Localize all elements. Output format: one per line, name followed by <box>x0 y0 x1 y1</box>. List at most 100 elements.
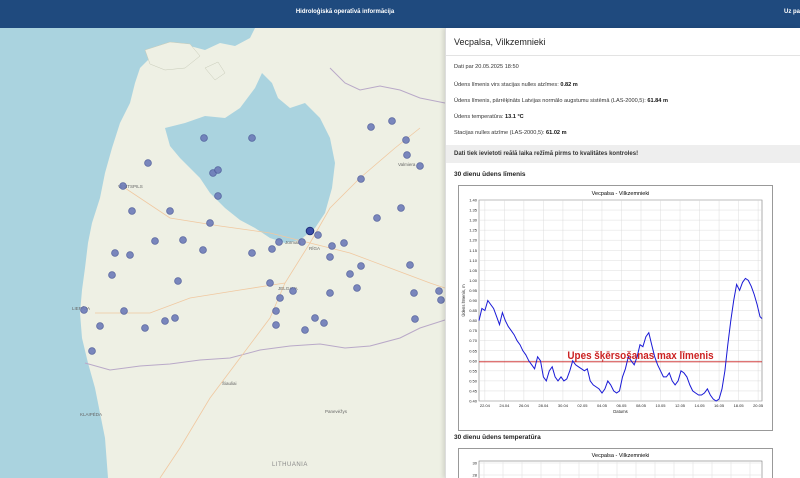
station-marker[interactable] <box>373 214 381 222</box>
station-title: Vecpalsa, Vilkzemnieki <box>454 37 546 47</box>
station-marker[interactable] <box>298 238 306 246</box>
station-marker[interactable] <box>272 321 280 329</box>
station-marker[interactable] <box>311 314 319 322</box>
station-marker[interactable] <box>289 287 297 295</box>
station-marker[interactable] <box>161 317 169 325</box>
gulf-of-riga <box>165 73 335 243</box>
x-tick-label: 26.04 <box>519 403 530 408</box>
station-zero-label: Stacijas nulles atzīme (LAS-2000,5): <box>454 130 545 136</box>
station-marker-selected[interactable] <box>305 226 315 236</box>
y-tick-label: 0.80 <box>469 318 478 323</box>
water-level-info: Ūdens līmenis virs stacijas nulles atzīm… <box>454 82 578 88</box>
x-tick-label: 22.04 <box>480 403 491 408</box>
station-marker[interactable] <box>402 136 410 144</box>
y-axis-label: Ūdens līmenis, m <box>461 284 466 317</box>
map[interactable]: VENTSPILS LIEPĀJA RĪGA Jūrmala JELGAVA K… <box>0 28 445 478</box>
station-marker[interactable] <box>179 236 187 244</box>
station-marker[interactable] <box>314 231 322 239</box>
station-marker[interactable] <box>111 249 119 257</box>
station-marker[interactable] <box>248 134 256 142</box>
app-title: Hidroloģiskā operatīvā informācija <box>295 9 395 15</box>
water-temp-info: Ūdens temperatūra: 13.1 °C <box>454 114 524 120</box>
y-tick-label: 0.85 <box>469 308 478 313</box>
y-tick-label: 0.65 <box>469 348 478 353</box>
station-marker[interactable] <box>326 289 334 297</box>
station-marker[interactable] <box>268 245 276 253</box>
y-tick-label: 1.25 <box>469 228 478 233</box>
station-panel: Vecpalsa, Vilkzemnieki Dati par 20.05.20… <box>445 28 800 478</box>
station-marker[interactable] <box>266 279 274 287</box>
station-marker[interactable] <box>276 294 284 302</box>
station-marker[interactable] <box>328 242 336 250</box>
section-title-level: 30 dienu ūdens līmenis <box>454 171 526 178</box>
x-tick-label: 06.05 <box>616 403 627 408</box>
station-marker[interactable] <box>199 246 207 254</box>
x-axis-label: Datums <box>613 409 627 414</box>
station-marker[interactable] <box>166 207 174 215</box>
station-marker[interactable] <box>357 262 365 270</box>
station-marker[interactable] <box>410 289 418 297</box>
y-tick-label: 0.70 <box>469 338 478 343</box>
chart-title: Vecpalsa - Vilkzemnieki <box>592 453 650 459</box>
x-tick-label: 18.05 <box>734 403 745 408</box>
station-marker[interactable] <box>326 253 334 261</box>
station-marker[interactable] <box>144 159 152 167</box>
y-tick-label: 0.45 <box>469 388 478 393</box>
x-tick-label: 02.05 <box>577 403 588 408</box>
station-marker[interactable] <box>119 182 127 190</box>
station-marker[interactable] <box>214 192 222 200</box>
station-marker[interactable] <box>320 319 328 327</box>
station-marker[interactable] <box>206 219 214 227</box>
city-label-valmiera: Valmiera <box>398 162 416 167</box>
station-marker[interactable] <box>367 123 375 131</box>
station-marker[interactable] <box>397 204 405 212</box>
station-marker[interactable] <box>435 287 443 295</box>
station-marker[interactable] <box>353 284 361 292</box>
city-label-panevezys: Panevėžys <box>325 409 348 414</box>
station-marker[interactable] <box>126 251 134 259</box>
water-level-label: Ūdens līmenis virs stacijas nulles atzīm… <box>454 82 559 88</box>
x-tick-label: 08.05 <box>636 403 647 408</box>
station-marker[interactable] <box>171 314 179 322</box>
station-marker[interactable] <box>200 134 208 142</box>
station-marker[interactable] <box>108 271 116 279</box>
city-label-riga: RĪGA <box>309 245 320 251</box>
level-chart-svg: Vecpalsa - Vilkzemnieki 0.40 0.45 0.50 0.55 0… <box>461 191 764 414</box>
station-marker[interactable] <box>388 117 396 125</box>
station-marker[interactable] <box>411 315 419 323</box>
station-marker[interactable] <box>275 238 283 246</box>
station-marker[interactable] <box>301 326 309 334</box>
y-tick-label: 1.35 <box>469 208 478 213</box>
station-marker[interactable] <box>248 249 256 257</box>
y-tick-label: 1.30 <box>469 218 478 223</box>
station-marker[interactable] <box>151 237 159 245</box>
station-marker[interactable] <box>80 306 88 314</box>
station-marker[interactable] <box>128 207 136 215</box>
station-marker[interactable] <box>88 347 96 355</box>
station-marker[interactable] <box>120 307 128 315</box>
station-marker[interactable] <box>141 324 149 332</box>
y-tick-label: 0.40 <box>469 399 478 404</box>
y-tick-label: 28 <box>473 473 478 478</box>
y-tick-label: 1.10 <box>469 258 478 263</box>
map-canvas[interactable]: VENTSPILS LIEPĀJA RĪGA Jūrmala JELGAVA K… <box>0 28 445 478</box>
station-marker[interactable] <box>346 270 354 278</box>
lake <box>89 436 101 460</box>
station-marker[interactable] <box>174 277 182 285</box>
station-marker[interactable] <box>416 162 424 170</box>
station-marker[interactable] <box>357 175 365 183</box>
station-marker[interactable] <box>96 322 104 330</box>
station-marker[interactable] <box>403 151 411 159</box>
station-marker[interactable] <box>214 166 222 174</box>
top-bar: Hidroloģiskā operatīvā informācija Uz pa <box>0 0 800 28</box>
road <box>309 242 445 289</box>
station-marker[interactable] <box>437 296 445 304</box>
y-tick-label: 1.00 <box>469 278 478 283</box>
country-border <box>329 67 445 104</box>
station-marker[interactable] <box>272 307 280 315</box>
station-marker[interactable] <box>340 239 348 247</box>
header-link[interactable]: Uz pa <box>784 9 800 15</box>
realtime-warning: Dati tiek ievietoti reālā laika režīmā p… <box>446 145 800 163</box>
x-tick-label: 16.05 <box>714 403 725 408</box>
station-marker[interactable] <box>406 261 414 269</box>
